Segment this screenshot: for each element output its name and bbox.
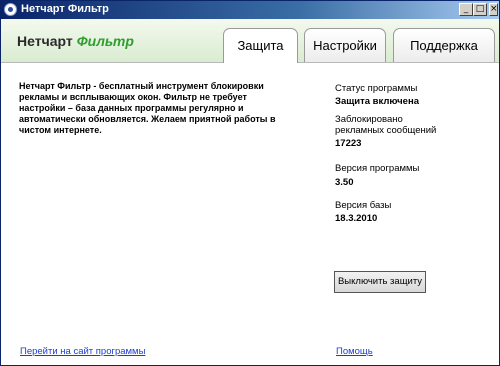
tab-protection[interactable]: Защита <box>223 28 298 63</box>
tab-settings[interactable]: Настройки <box>304 28 386 62</box>
blocked-label-line2: рекламных сообщений <box>335 125 437 136</box>
brand-logo: Нетчарт Фильтр <box>17 33 134 49</box>
version-label: Версия программы <box>335 163 420 174</box>
tab-support[interactable]: Поддержка <box>393 28 495 62</box>
close-button[interactable]: × <box>489 3 498 16</box>
window-title: Нетчарт Фильтр <box>21 3 109 15</box>
header-bar: Нетчарт Фильтр Защита Настройки Поддержка <box>1 19 499 63</box>
blocked-count: 17223 <box>335 138 362 149</box>
title-bar[interactable]: Нетчарт Фильтр _ □ × <box>1 1 499 19</box>
status-value: Защита включена <box>335 96 419 107</box>
blocked-label: Заблокировано <box>335 114 403 125</box>
db-version-label: Версия базы <box>335 200 392 211</box>
brand-accent: Фильтр <box>76 33 134 49</box>
help-link[interactable]: Помощь <box>336 346 373 357</box>
db-version-value: 18.3.2010 <box>335 213 378 224</box>
app-window: Нетчарт Фильтр _ □ × Нетчарт Фильтр Защит… <box>0 0 500 366</box>
disable-protection-button[interactable]: Выключить защиту <box>334 271 426 293</box>
brand-main: Нетчарт <box>17 33 73 49</box>
minimize-button[interactable]: _ <box>459 3 473 16</box>
version-value: 3.50 <box>335 177 354 188</box>
maximize-button[interactable]: □ <box>473 3 487 16</box>
app-icon <box>4 3 17 16</box>
site-link[interactable]: Перейти на сайт программы <box>20 346 145 357</box>
status-label: Статус программы <box>335 83 418 94</box>
description-text: Нетчарт Фильтр - бесплатный инструмент б… <box>19 81 276 135</box>
